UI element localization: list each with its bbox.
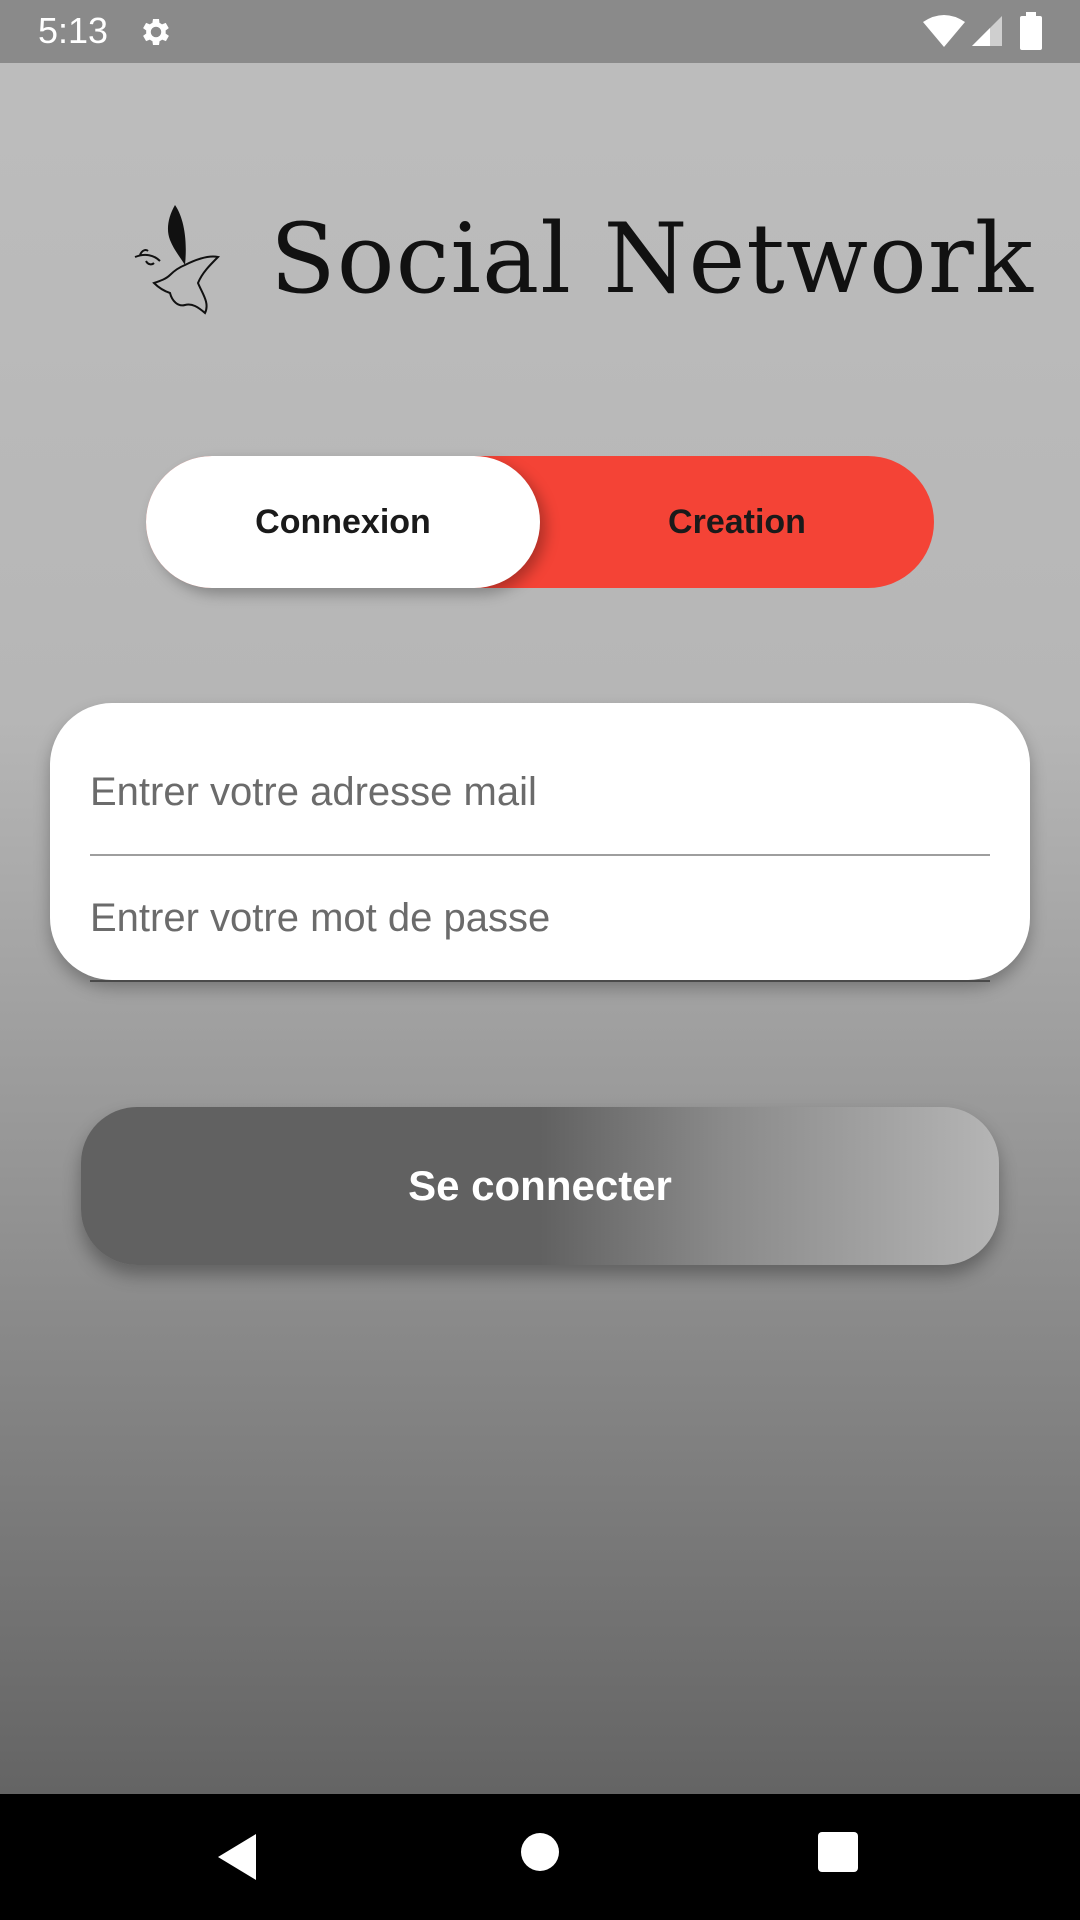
logo-text: Social Network bbox=[270, 203, 1034, 315]
app-screen: 5:13 Social Network Connexion Creation E… bbox=[0, 0, 1080, 1794]
email-field-underline bbox=[90, 854, 990, 856]
login-button[interactable]: Se connecter bbox=[81, 1107, 999, 1265]
status-bar: 5:13 bbox=[0, 0, 1080, 63]
dove-icon bbox=[134, 205, 221, 315]
status-time: 5:13 bbox=[38, 10, 109, 51]
email-field[interactable] bbox=[90, 752, 990, 832]
system-nav-bar bbox=[0, 1794, 1080, 1920]
recents-icon[interactable] bbox=[818, 1832, 858, 1872]
auth-mode-toggle: Connexion Creation bbox=[146, 456, 934, 588]
gear-icon bbox=[143, 18, 169, 46]
signal-icon bbox=[972, 16, 1002, 46]
tab-creation[interactable]: Creation bbox=[540, 456, 934, 588]
home-icon[interactable] bbox=[520, 1832, 560, 1872]
tab-connexion[interactable]: Connexion bbox=[146, 456, 540, 588]
battery-icon bbox=[1020, 12, 1042, 50]
password-field-underline bbox=[90, 980, 990, 982]
app-logo: Social Network bbox=[130, 195, 1033, 325]
password-field[interactable] bbox=[90, 878, 990, 958]
back-icon[interactable] bbox=[216, 1832, 260, 1882]
wifi-icon bbox=[923, 15, 965, 47]
